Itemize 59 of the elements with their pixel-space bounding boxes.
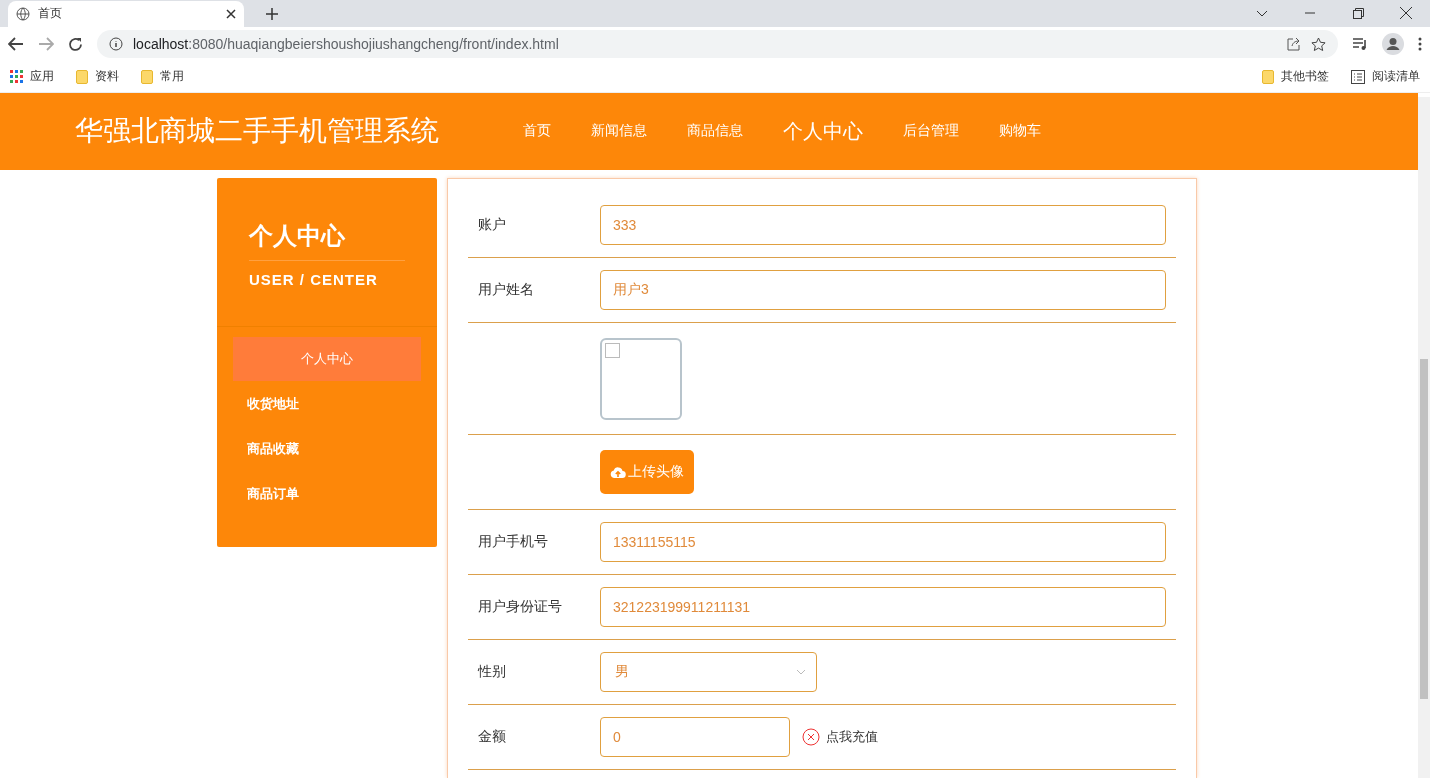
star-icon[interactable] bbox=[1311, 36, 1326, 52]
close-icon[interactable] bbox=[226, 8, 236, 19]
select-field[interactable]: 男 bbox=[600, 652, 817, 692]
more-menu-icon[interactable] bbox=[1418, 37, 1422, 52]
profile-icon[interactable] bbox=[1382, 33, 1404, 56]
sidebar-item[interactable]: 个人中心 bbox=[233, 337, 421, 381]
sidebar-title: 个人中心 bbox=[249, 220, 405, 261]
site-title: 华强北商城二手手机管理系统 bbox=[75, 114, 439, 149]
broken-image-icon bbox=[605, 342, 620, 358]
cloud-upload-icon bbox=[610, 465, 626, 479]
sidebar-subtitle: USER / CENTER bbox=[249, 271, 379, 288]
bookmark-link[interactable]: 其他书签 bbox=[1281, 68, 1329, 86]
nav-link[interactable]: 后台管理 bbox=[903, 122, 959, 141]
field-label: 性别 bbox=[478, 663, 507, 681]
folder-icon bbox=[1262, 69, 1274, 84]
globe-icon bbox=[16, 6, 30, 21]
reload-icon[interactable] bbox=[68, 36, 83, 52]
close-icon[interactable] bbox=[1400, 7, 1412, 20]
nav-link[interactable]: 个人中心 bbox=[783, 117, 863, 145]
text-field[interactable]: 333 bbox=[600, 205, 1166, 245]
field-label: 金额 bbox=[478, 728, 507, 746]
info-icon bbox=[109, 37, 123, 52]
restore-icon[interactable] bbox=[1352, 7, 1364, 19]
sidebar-item[interactable]: 商品订单 bbox=[233, 472, 421, 516]
url-text: localhost:8080/huaqiangbeiershoushojiushangcheng/front/index.html bbox=[133, 36, 560, 53]
folder-icon bbox=[141, 69, 153, 84]
bookmark-link[interactable]: 常用 bbox=[160, 68, 184, 86]
nav-link[interactable]: 新闻信息 bbox=[591, 122, 647, 141]
recharge-link[interactable]: 点我充值 bbox=[802, 728, 878, 746]
new-tab-icon[interactable] bbox=[266, 7, 278, 20]
chevron-down-icon bbox=[796, 669, 806, 675]
sidebar-item[interactable]: 收货地址 bbox=[233, 382, 421, 426]
upload-button[interactable]: 上传头像 bbox=[600, 450, 694, 494]
close-circle-icon bbox=[802, 728, 820, 746]
field-label: 用户姓名 bbox=[478, 281, 535, 299]
back-icon[interactable] bbox=[8, 37, 24, 52]
text-field[interactable]: 用户3 bbox=[600, 270, 1166, 310]
bookmark-link[interactable]: 应用 bbox=[30, 68, 54, 86]
bookmark-link[interactable]: 资料 bbox=[95, 68, 119, 86]
apps-grid-icon bbox=[10, 70, 23, 84]
reading-list-icon bbox=[1351, 69, 1365, 84]
field-label: 用户手机号 bbox=[478, 533, 549, 551]
address-bar[interactable]: localhost:8080/huaqiangbeiershoushojiushangcheng/front/index.html bbox=[97, 30, 1338, 59]
minimize-icon[interactable] bbox=[1305, 12, 1315, 15]
sidebar-item[interactable]: 商品收藏 bbox=[233, 427, 421, 471]
folder-icon bbox=[76, 69, 88, 84]
field-label: 账户 bbox=[478, 216, 507, 234]
nav-link[interactable]: 商品信息 bbox=[687, 122, 743, 141]
nav-link[interactable]: 购物车 bbox=[999, 122, 1041, 141]
chevron-down-icon[interactable] bbox=[1256, 9, 1268, 17]
bookmark-link[interactable]: 阅读清单 bbox=[1372, 68, 1420, 86]
share-icon[interactable] bbox=[1287, 37, 1301, 52]
text-field[interactable]: 13311155115 bbox=[600, 522, 1166, 562]
browser-tab[interactable]: 首页 bbox=[8, 0, 244, 27]
media-control-icon[interactable] bbox=[1352, 37, 1368, 52]
text-field[interactable]: 321223199911211131 bbox=[600, 587, 1166, 627]
text-field[interactable]: 0 bbox=[600, 717, 790, 757]
field-label: 用户身份证号 bbox=[478, 598, 563, 616]
nav-link[interactable]: 首页 bbox=[523, 122, 551, 141]
